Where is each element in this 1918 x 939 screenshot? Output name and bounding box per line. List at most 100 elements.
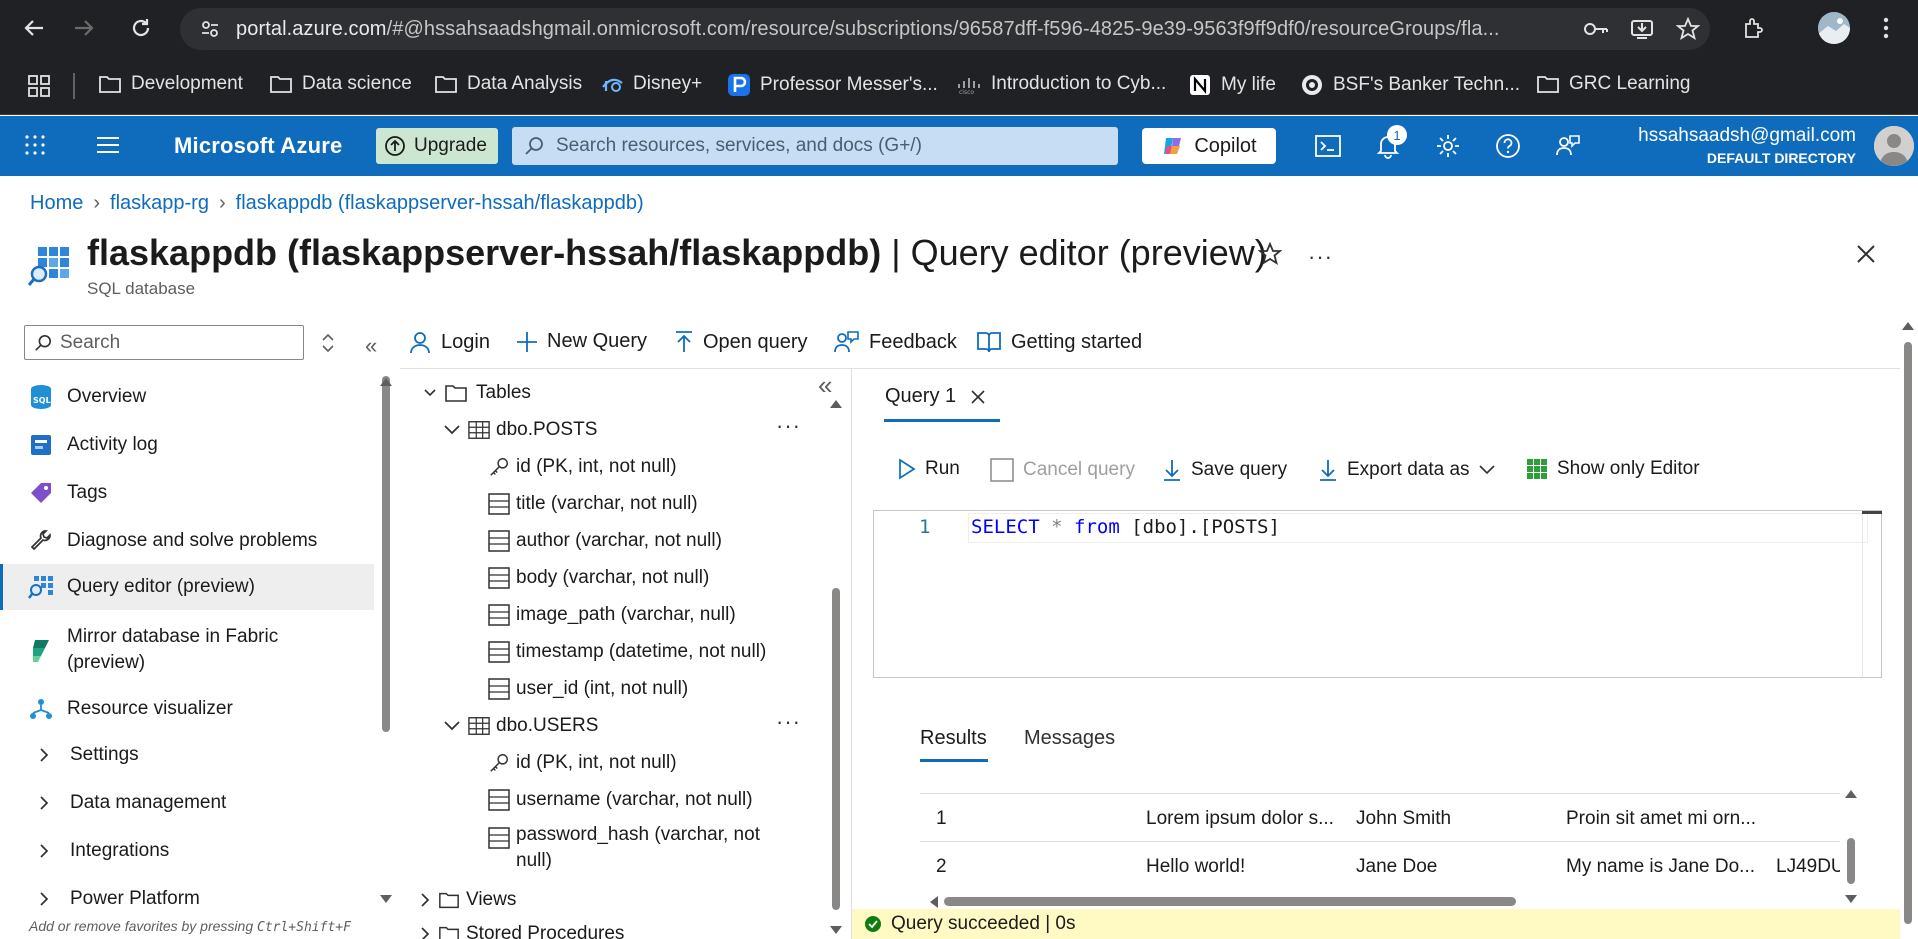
nav-item-data-management[interactable]: Data management [0, 780, 374, 826]
results-vscroll-thumb[interactable] [1847, 838, 1855, 884]
tree-column-posts-user-id[interactable]: user_id (int, not null) [488, 670, 688, 707]
tree-column-users-id[interactable]: id (PK, int, not null) [488, 744, 677, 781]
tree-column-users-password-hash[interactable]: password_hash (varchar, not null) [488, 822, 760, 872]
open-query-button[interactable]: Open query [674, 330, 808, 354]
tree-column-posts-timestamp[interactable]: timestamp (datetime, not null) [488, 633, 766, 670]
bookmark-professor-messer[interactable]: Professor Messer's... [727, 73, 938, 97]
breadcrumb-home[interactable]: Home [30, 192, 83, 215]
user-email[interactable]: hssahsaadsh@gmail.com [1638, 125, 1856, 147]
collapse-explorer-icon[interactable]: « [818, 370, 832, 401]
user-avatar[interactable] [1874, 126, 1914, 166]
scroll-up-icon[interactable] [830, 398, 842, 408]
close-tab-icon[interactable] [970, 389, 986, 405]
breadcrumb-resource-group[interactable]: flaskapp-rg [110, 192, 209, 215]
tree-node-users[interactable]: dbo.USERS [444, 707, 598, 744]
nav-search-input[interactable]: Search [24, 325, 304, 360]
browser-menu-icon[interactable] [1868, 10, 1904, 46]
table-row[interactable]: 1 Lorem ipsum dolor s... John Smith Proi… [920, 796, 1840, 840]
nav-item-mirror-fabric[interactable]: Mirror database in Fabric (preview) [0, 622, 374, 678]
panel-splitter[interactable] [851, 369, 852, 939]
scroll-left-icon[interactable] [928, 896, 938, 908]
apps-grid-icon[interactable] [27, 74, 51, 98]
tree-node-posts[interactable]: dbo.POSTS [444, 411, 597, 448]
bookmark-my-life[interactable]: My life [1188, 73, 1276, 97]
scroll-down-icon[interactable] [1845, 895, 1857, 905]
scroll-up-icon[interactable] [380, 376, 392, 386]
tree-node-views[interactable]: Views [420, 881, 516, 918]
table-row[interactable]: 2 Hello world! Jane Doe My name is Jane … [920, 844, 1840, 888]
password-key-icon[interactable] [1583, 18, 1609, 40]
tab-messages[interactable]: Messages [1024, 727, 1115, 750]
tree-column-posts-title[interactable]: title (varchar, not null) [488, 485, 698, 522]
tree-column-posts-id[interactable]: id (PK, int, not null) [488, 448, 677, 485]
azure-brand-title[interactable]: Microsoft Azure [174, 133, 342, 159]
user-directory[interactable]: DEFAULT DIRECTORY [1707, 150, 1856, 166]
results-hscroll-thumb[interactable] [944, 897, 1516, 906]
azure-search-input[interactable]: Search resources, services, and docs (G+… [512, 127, 1118, 165]
nav-item-overview[interactable]: SQL Overview [0, 374, 374, 420]
cancel-query-button[interactable]: Cancel query [990, 458, 1135, 482]
tree-column-posts-body[interactable]: body (varchar, not null) [488, 559, 709, 596]
bookmark-star-icon[interactable] [1676, 17, 1700, 41]
nav-item-query-editor[interactable]: Query editor (preview) [0, 564, 374, 610]
bookmark-intro-cyber[interactable]: cisco Introduction to Cyb... [956, 73, 1166, 95]
tree-column-users-username[interactable]: username (varchar, not null) [488, 781, 753, 818]
bookmark-data-analysis[interactable]: Data Analysis [434, 73, 582, 95]
feedback-person-icon[interactable] [1552, 130, 1584, 162]
scroll-down-icon[interactable] [380, 895, 392, 905]
new-query-button[interactable]: New Query [516, 330, 647, 353]
close-blade-icon[interactable] [1855, 243, 1877, 265]
more-options-icon[interactable]: ··· [776, 709, 801, 735]
scroll-up-icon[interactable] [1845, 788, 1857, 798]
scroll-up-icon[interactable] [1902, 320, 1914, 330]
settings-gear-icon[interactable] [1432, 130, 1464, 162]
more-options-icon[interactable]: ··· [1308, 244, 1333, 270]
extensions-icon[interactable] [1736, 10, 1772, 46]
show-only-editor-button[interactable]: Show only Editor [1526, 458, 1700, 480]
nav-item-integrations[interactable]: Integrations [0, 828, 374, 874]
hamburger-menu-icon[interactable] [96, 135, 120, 155]
tree-node-stored-procedures[interactable]: Stored Procedures [420, 918, 660, 939]
export-data-button[interactable]: Export data as [1318, 458, 1495, 482]
back-icon[interactable] [16, 10, 52, 46]
tree-column-posts-author[interactable]: author (varchar, not null) [488, 522, 722, 559]
more-options-icon[interactable]: ··· [776, 413, 801, 439]
favorite-star-icon[interactable] [1258, 242, 1282, 266]
sql-code-editor[interactable]: 1 SELECT * from [dbo].[POSTS] [873, 510, 1882, 678]
save-query-button[interactable]: Save query [1162, 458, 1287, 482]
cloud-shell-icon[interactable] [1312, 130, 1344, 162]
bookmark-bsf[interactable]: BSF's Banker Techn... [1300, 73, 1520, 97]
tab-query-1[interactable]: Query 1 [885, 385, 986, 408]
sort-updown-icon[interactable] [320, 332, 336, 354]
help-question-icon[interactable] [1492, 130, 1524, 162]
browser-profile-avatar[interactable] [1818, 12, 1850, 44]
getting-started-button[interactable]: Getting started [976, 330, 1142, 354]
tree-scrollbar-thumb[interactable] [832, 588, 840, 910]
feedback-button[interactable]: Feedback [834, 330, 957, 354]
portal-menu-grid-icon[interactable] [24, 134, 46, 156]
reload-icon[interactable] [123, 10, 159, 46]
bookmark-grc-learning[interactable]: GRC Learning [1536, 73, 1690, 95]
bookmark-disney[interactable]: Disney+ [600, 73, 702, 95]
collapse-nav-icon[interactable]: « [365, 333, 377, 359]
copilot-button[interactable]: Copilot [1142, 128, 1276, 164]
run-button[interactable]: Run [898, 458, 960, 480]
nav-item-activity-log[interactable]: Activity log [0, 422, 374, 468]
nav-item-resource-visualizer[interactable]: Resource visualizer [0, 686, 374, 732]
editor-minimap[interactable] [1862, 511, 1882, 677]
nav-item-power-platform[interactable]: Power Platform [0, 876, 374, 922]
tree-column-posts-image-path[interactable]: image_path (varchar, null) [488, 596, 736, 633]
scroll-down-icon[interactable] [830, 926, 842, 936]
upgrade-button[interactable]: Upgrade [376, 128, 498, 164]
install-app-icon[interactable] [1630, 17, 1654, 41]
breadcrumb-database[interactable]: flaskappdb (flaskappserver-hssah/flaskap… [236, 192, 644, 215]
nav-item-tags[interactable]: Tags [0, 470, 374, 516]
nav-item-settings[interactable]: Settings [0, 732, 374, 778]
page-scrollbar-thumb[interactable] [1904, 342, 1912, 924]
address-bar[interactable]: portal.azure.com/#@hssahsaadshgmail.onmi… [180, 8, 1710, 50]
tree-node-tables[interactable]: Tables [424, 382, 531, 404]
forward-icon[interactable] [66, 10, 102, 46]
bookmark-data-science[interactable]: Data science [269, 73, 412, 95]
nav-item-diagnose[interactable]: Diagnose and solve problems [0, 518, 374, 564]
login-button[interactable]: Login [408, 330, 490, 354]
